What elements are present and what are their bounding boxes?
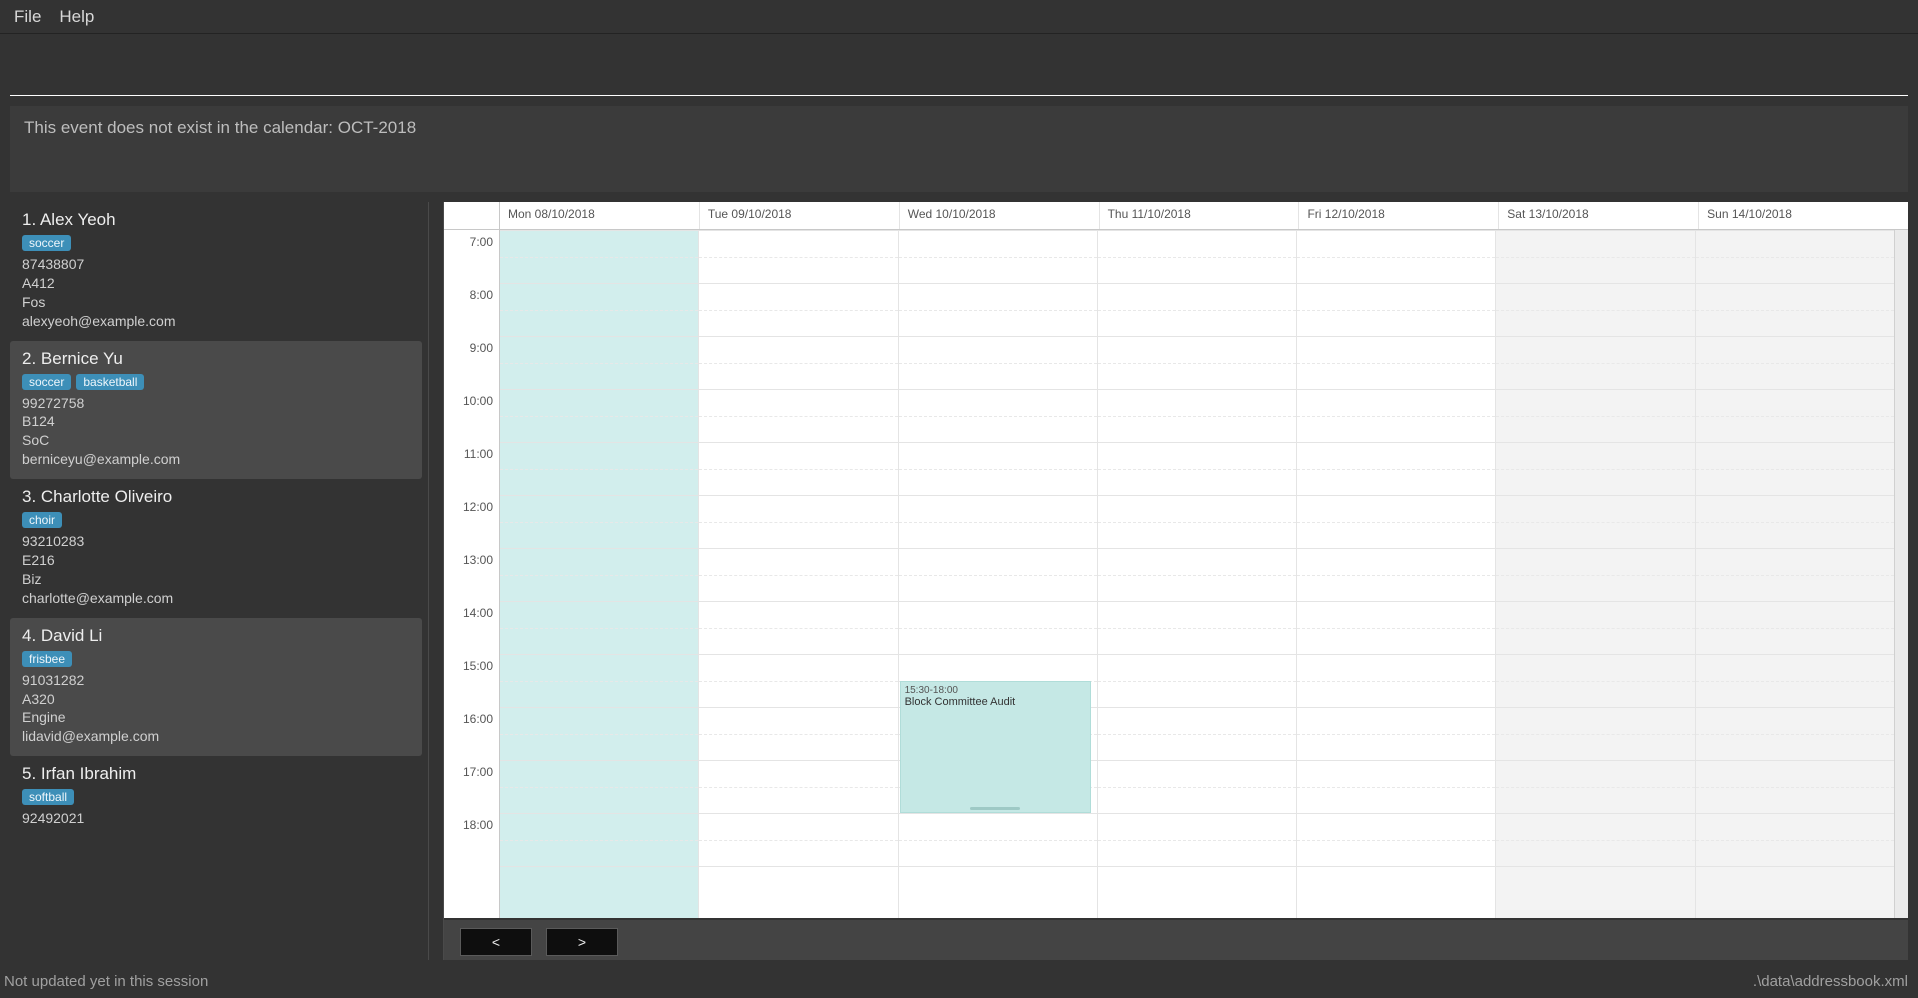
day-header: Tue 09/10/2018 — [700, 202, 900, 229]
contact-detail: SoC — [22, 431, 410, 450]
contact-detail: Biz — [22, 570, 410, 589]
contact-tag: soccer — [22, 235, 71, 251]
contact-detail: 92492021 — [22, 809, 410, 828]
hour-label: 12:00 — [463, 500, 493, 514]
contact-title: 5. Irfan Ibrahim — [22, 764, 410, 784]
contact-detail: 93210283 — [22, 532, 410, 551]
next-week-button[interactable]: > — [546, 928, 618, 956]
contact-item[interactable]: 5. Irfan Ibrahim softball 92492021 — [10, 756, 422, 838]
contact-title: 4. David Li — [22, 626, 410, 646]
contact-tag: choir — [22, 512, 62, 528]
event-resize-handle[interactable] — [970, 807, 1020, 810]
contact-tag: basketball — [76, 374, 144, 390]
command-strip — [10, 34, 1908, 96]
day-header: Sat 13/10/2018 — [1499, 202, 1699, 229]
menu-bar: File Help — [0, 0, 1918, 34]
contact-title: 2. Bernice Yu — [22, 349, 410, 369]
day-header: Wed 10/10/2018 — [900, 202, 1100, 229]
contact-detail: Fos — [22, 293, 410, 312]
contact-item[interactable]: 4. David Li frisbee 91031282A320Enginelida… — [10, 618, 422, 757]
day-column[interactable] — [699, 230, 898, 918]
contacts-list[interactable]: 1. Alex Yeoh soccer 87438807A412Fosalexyeo… — [10, 202, 428, 960]
calendar-event[interactable]: 15:30-18:00Block Committee Audit — [900, 681, 1091, 814]
time-gutter-header — [444, 202, 500, 229]
contact-detail: A320 — [22, 690, 410, 709]
calendar: Mon 08/10/2018Tue 09/10/2018Wed 10/10/20… — [444, 202, 1908, 918]
contact-tag: frisbee — [22, 651, 72, 667]
contact-title: 3. Charlotte Oliveiro — [22, 487, 410, 507]
calendar-scrollbar[interactable] — [1894, 230, 1908, 918]
menu-help[interactable]: Help — [59, 7, 94, 27]
day-header: Sun 14/10/2018 — [1699, 202, 1908, 229]
contact-detail: 91031282 — [22, 671, 410, 690]
contact-tag: soccer — [22, 374, 71, 390]
hour-label: 7:00 — [470, 235, 493, 249]
day-column[interactable] — [1496, 230, 1695, 918]
calendar-nav: < > — [444, 920, 1908, 960]
time-gutter: 7:00 8:00 9:00 10:00 11:00 12:00 13:00 14:00 15:… — [444, 230, 500, 918]
hour-label: 9:00 — [470, 341, 493, 355]
contact-title: 1. Alex Yeoh — [22, 210, 410, 230]
hour-label: 14:00 — [463, 606, 493, 620]
hour-label: 10:00 — [463, 394, 493, 408]
event-time: 15:30-18:00 — [905, 685, 1086, 696]
status-right: .\data\addressbook.xml — [1753, 973, 1908, 990]
calendar-grid[interactable]: 15:30-18:00Block Committee Audit — [500, 230, 1894, 918]
panel-divider[interactable] — [428, 202, 444, 960]
contact-detail: E216 — [22, 551, 410, 570]
contact-detail: Engine — [22, 708, 410, 727]
day-column[interactable] — [1098, 230, 1297, 918]
prev-week-button[interactable]: < — [460, 928, 532, 956]
contact-detail: alexyeoh@example.com — [22, 312, 410, 331]
hour-label: 18:00 — [463, 818, 493, 832]
contact-detail: A412 — [22, 274, 410, 293]
contact-detail: charlotte@example.com — [22, 589, 410, 608]
day-column[interactable]: 15:30-18:00Block Committee Audit — [899, 230, 1098, 918]
hour-label: 8:00 — [470, 288, 493, 302]
contact-detail: B124 — [22, 412, 410, 431]
status-bar: Not updated yet in this session .\data\a… — [0, 964, 1918, 998]
day-column[interactable] — [500, 230, 699, 918]
status-left: Not updated yet in this session — [4, 973, 208, 990]
contact-detail: berniceyu@example.com — [22, 450, 410, 469]
hour-label: 11:00 — [464, 447, 493, 461]
day-header: Mon 08/10/2018 — [500, 202, 700, 229]
day-header: Fri 12/10/2018 — [1299, 202, 1499, 229]
result-message: This event does not exist in the calenda… — [10, 106, 1908, 192]
hour-label: 16:00 — [463, 712, 493, 726]
menu-file[interactable]: File — [14, 7, 41, 27]
contact-detail: lidavid@example.com — [22, 727, 410, 746]
hour-label: 17:00 — [463, 765, 493, 779]
contact-item[interactable]: 2. Bernice Yu soccer basketball 99272758B12… — [10, 341, 422, 480]
hour-label: 15:00 — [463, 659, 493, 673]
contact-item[interactable]: 3. Charlotte Oliveiro choir 93210283E216Bi… — [10, 479, 422, 618]
event-title: Block Committee Audit — [905, 696, 1086, 708]
contact-detail: 87438807 — [22, 255, 410, 274]
day-column[interactable] — [1696, 230, 1894, 918]
contact-tag: softball — [22, 789, 74, 805]
contact-detail: 99272758 — [22, 394, 410, 413]
day-header: Thu 11/10/2018 — [1100, 202, 1300, 229]
hour-label: 13:00 — [463, 553, 493, 567]
contact-item[interactable]: 1. Alex Yeoh soccer 87438807A412Fosalexyeo… — [10, 202, 422, 341]
day-column[interactable] — [1297, 230, 1496, 918]
